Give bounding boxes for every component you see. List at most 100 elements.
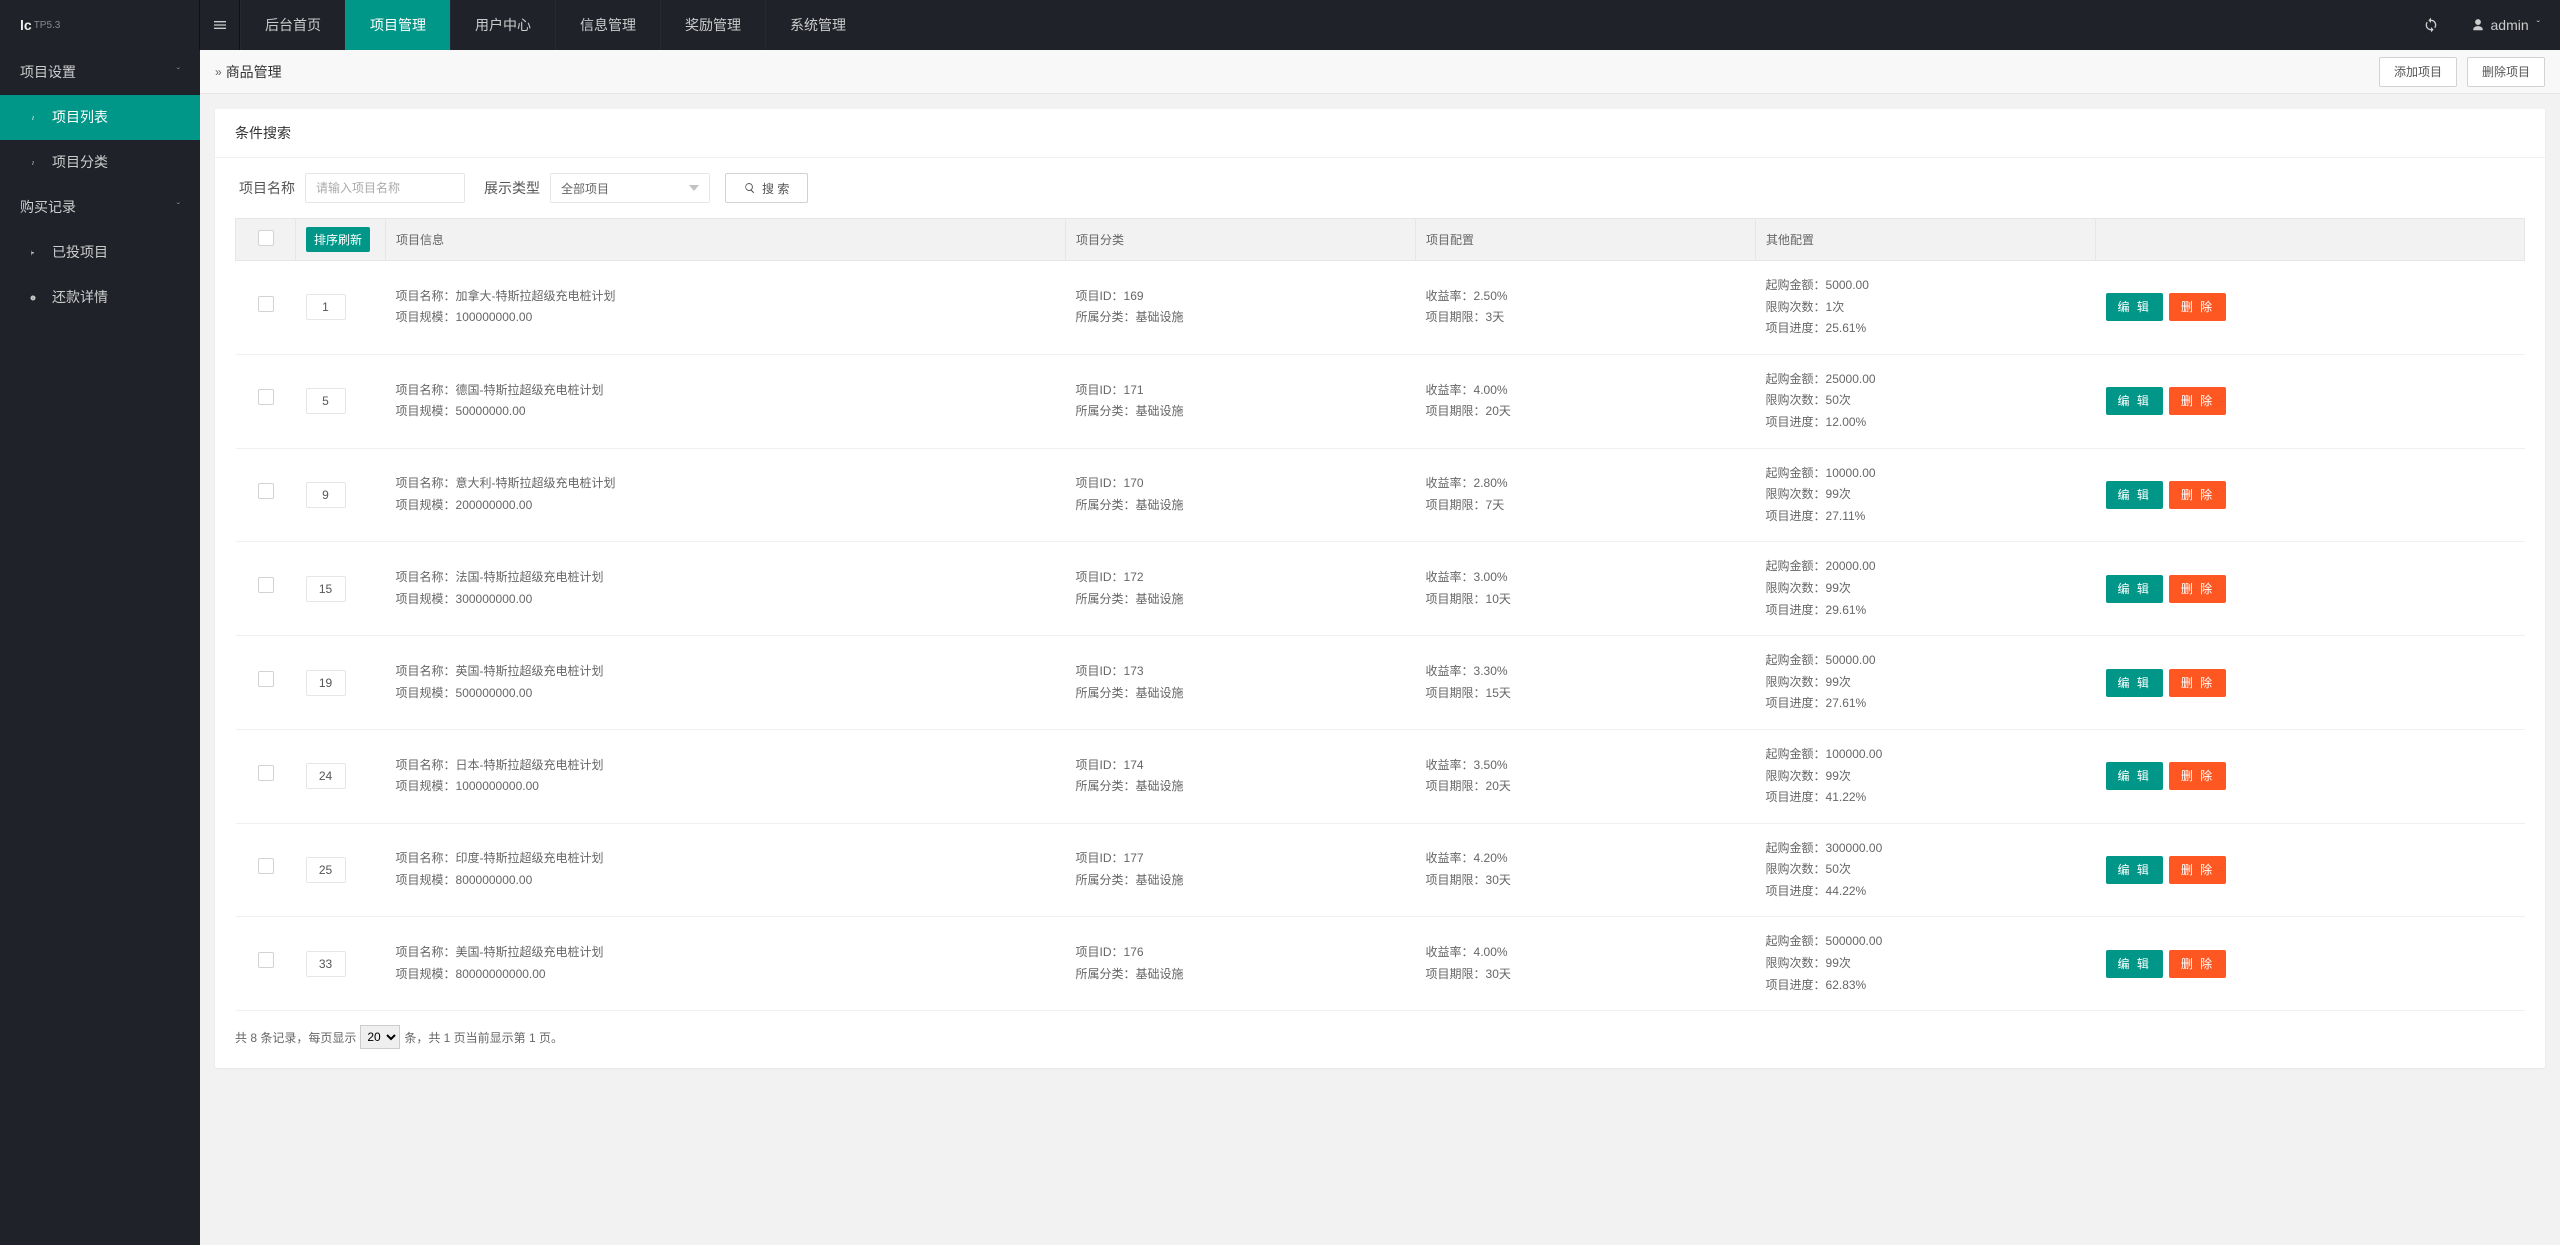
edit-button[interactable]: 编 辑	[2106, 293, 2163, 321]
project-period: 项目期限：20天	[1426, 776, 1746, 798]
sidebar-item[interactable]: 项目分类	[0, 140, 200, 185]
sidebar-item[interactable]: 已投项目	[0, 230, 200, 275]
topnav-item[interactable]: 系统管理	[765, 0, 870, 50]
project-belong: 所属分类：基础设施	[1076, 683, 1406, 705]
edit-button[interactable]: 编 辑	[2106, 481, 2163, 509]
row-checkbox[interactable]	[258, 671, 274, 687]
edit-button[interactable]: 编 辑	[2106, 856, 2163, 884]
project-start-amount: 起购金额：100000.00	[1766, 744, 2086, 766]
edit-button[interactable]: 编 辑	[2106, 669, 2163, 697]
refresh-button[interactable]	[2411, 0, 2451, 50]
topnav-item[interactable]: 后台首页	[240, 0, 345, 50]
project-scale: 项目规模：300000000.00	[396, 589, 1056, 611]
project-table: 排序刷新 项目信息 项目分类 项目配置 其他配置 项目名称：加拿大-特斯拉超级充…	[235, 218, 2525, 1011]
sort-refresh-button[interactable]: 排序刷新	[306, 227, 370, 252]
topnav-item[interactable]: 奖励管理	[660, 0, 765, 50]
project-start-amount: 起购金额：50000.00	[1766, 650, 2086, 672]
sort-input[interactable]	[306, 763, 346, 789]
menu-toggle-button[interactable]	[200, 0, 240, 50]
row-checkbox[interactable]	[258, 952, 274, 968]
chevron-down-icon: ˇ	[177, 185, 180, 230]
chevron-down-icon: ˇ	[177, 50, 180, 95]
search-name-input[interactable]	[305, 173, 465, 203]
row-checkbox[interactable]	[258, 765, 274, 781]
project-start-amount: 起购金额：5000.00	[1766, 275, 2086, 297]
refresh-icon	[2423, 17, 2439, 33]
project-rate: 收益率：4.00%	[1426, 942, 1746, 964]
sidebar-group[interactable]: 购买记录ˇ	[0, 185, 200, 230]
flag-icon	[30, 246, 44, 260]
logo[interactable]: lcTP5.3	[0, 0, 200, 50]
per-page-select[interactable]: 20	[360, 1025, 400, 1049]
project-scale: 项目规模：80000000000.00	[396, 964, 1056, 986]
delete-button[interactable]: 删 除	[2169, 762, 2226, 790]
row-checkbox[interactable]	[258, 858, 274, 874]
user-menu-button[interactable]: admin ˇ	[2451, 0, 2560, 50]
sidebar-item[interactable]: 还款详情	[0, 275, 200, 320]
th-info: 项目信息	[386, 219, 1066, 261]
project-scale: 项目规模：800000000.00	[396, 870, 1056, 892]
topnav-item[interactable]: 项目管理	[345, 0, 450, 50]
row-checkbox[interactable]	[258, 296, 274, 312]
sidebar-group[interactable]: 项目设置ˇ	[0, 50, 200, 95]
project-name: 项目名称：日本-特斯拉超级充电桩计划	[396, 755, 1056, 777]
project-period: 项目期限：30天	[1426, 870, 1746, 892]
delete-button[interactable]: 删 除	[2169, 950, 2226, 978]
breadcrumb-bar: » 商品管理 添加项目 删除项目	[200, 50, 2560, 94]
search-button-label: 搜 索	[762, 180, 789, 197]
project-rate: 收益率：3.30%	[1426, 661, 1746, 683]
project-rate: 收益率：3.50%	[1426, 755, 1746, 777]
add-project-button[interactable]: 添加项目	[2379, 57, 2457, 87]
search-row: 项目名称 展示类型 全部项目 搜 索	[235, 173, 2525, 203]
project-limit: 限购次数：99次	[1766, 578, 2086, 600]
row-checkbox[interactable]	[258, 389, 274, 405]
project-rate: 收益率：2.50%	[1426, 286, 1746, 308]
delete-button[interactable]: 删 除	[2169, 856, 2226, 884]
topnav-item[interactable]: 用户中心	[450, 0, 555, 50]
delete-button[interactable]: 删 除	[2169, 669, 2226, 697]
delete-button[interactable]: 删 除	[2169, 481, 2226, 509]
search-card-title: 条件搜索	[215, 109, 2545, 158]
project-name: 项目名称：加拿大-特斯拉超级充电桩计划	[396, 286, 1056, 308]
edit-button[interactable]: 编 辑	[2106, 387, 2163, 415]
project-id: 项目ID：173	[1076, 661, 1406, 683]
project-start-amount: 起购金额：500000.00	[1766, 931, 2086, 953]
topnav-item[interactable]: 信息管理	[555, 0, 660, 50]
delete-button[interactable]: 删 除	[2169, 387, 2226, 415]
project-belong: 所属分类：基础设施	[1076, 401, 1406, 423]
row-checkbox[interactable]	[258, 577, 274, 593]
sort-input[interactable]	[306, 388, 346, 414]
row-checkbox[interactable]	[258, 483, 274, 499]
select-all-checkbox[interactable]	[258, 230, 274, 246]
project-scale: 项目规模：1000000000.00	[396, 776, 1056, 798]
edit-button[interactable]: 编 辑	[2106, 575, 2163, 603]
project-progress: 项目进度：62.83%	[1766, 975, 2086, 997]
edit-button[interactable]: 编 辑	[2106, 762, 2163, 790]
search-button[interactable]: 搜 索	[725, 173, 808, 203]
pagination-prefix: 共 8 条记录，每页显示	[235, 1029, 356, 1046]
project-belong: 所属分类：基础设施	[1076, 870, 1406, 892]
project-rate: 收益率：2.80%	[1426, 473, 1746, 495]
sort-input[interactable]	[306, 576, 346, 602]
link-icon	[30, 156, 44, 170]
edit-button[interactable]: 编 辑	[2106, 950, 2163, 978]
project-limit: 限购次数：50次	[1766, 390, 2086, 412]
sidebar-item[interactable]: 项目列表	[0, 95, 200, 140]
search-type-select[interactable]: 全部项目	[550, 173, 710, 203]
delete-button[interactable]: 删 除	[2169, 575, 2226, 603]
project-belong: 所属分类：基础设施	[1076, 589, 1406, 611]
topbar-right: admin ˇ	[2411, 0, 2560, 50]
project-name: 项目名称：英国-特斯拉超级充电桩计划	[396, 661, 1056, 683]
delete-project-button[interactable]: 删除项目	[2467, 57, 2545, 87]
project-limit: 限购次数：99次	[1766, 672, 2086, 694]
table-row: 项目名称：印度-特斯拉超级充电桩计划项目规模：800000000.00项目ID：…	[236, 823, 2525, 917]
sort-input[interactable]	[306, 857, 346, 883]
table-row: 项目名称：日本-特斯拉超级充电桩计划项目规模：1000000000.00项目ID…	[236, 729, 2525, 823]
sort-input[interactable]	[306, 670, 346, 696]
project-belong: 所属分类：基础设施	[1076, 964, 1406, 986]
sort-input[interactable]	[306, 294, 346, 320]
project-period: 项目期限：30天	[1426, 964, 1746, 986]
sort-input[interactable]	[306, 951, 346, 977]
delete-button[interactable]: 删 除	[2169, 293, 2226, 321]
sort-input[interactable]	[306, 482, 346, 508]
